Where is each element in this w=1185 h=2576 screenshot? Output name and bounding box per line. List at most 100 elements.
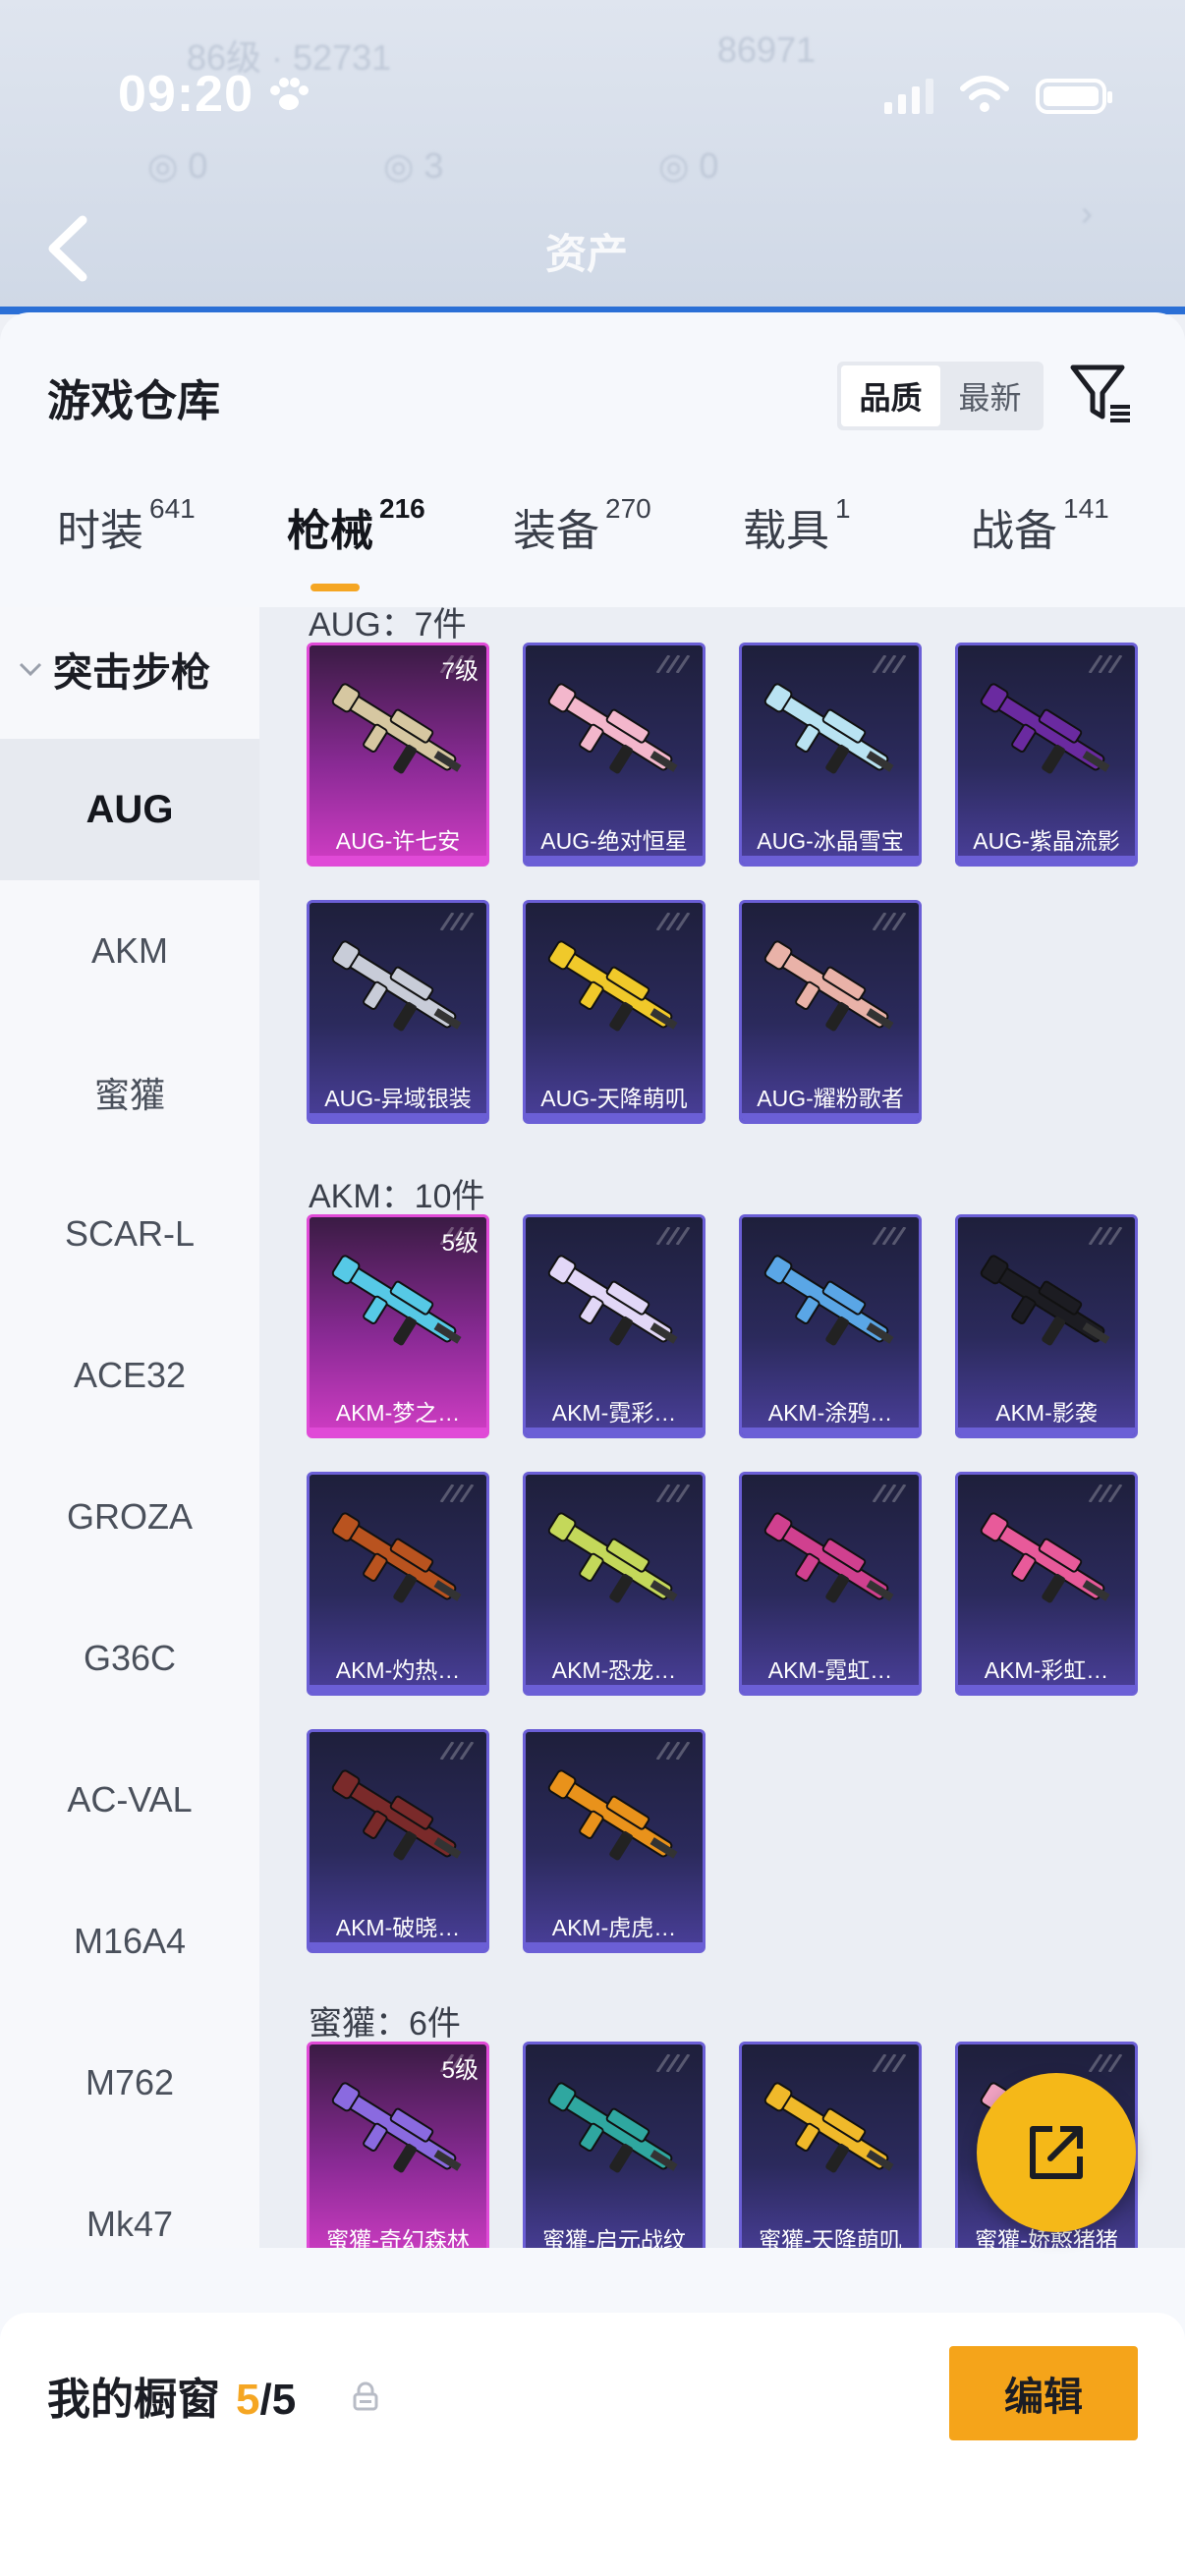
- skin-name: AKM-影袭: [995, 1400, 1098, 1426]
- weapon-skin-image: [547, 1512, 678, 1603]
- skin-name: AKM-涂鸦…: [767, 1400, 893, 1426]
- weapon-skin-image: [763, 2082, 894, 2173]
- sidebar-group-assault-rifle[interactable]: 突击步枪: [18, 641, 210, 698]
- tab-guns[interactable]: 枪械 216: [287, 493, 425, 558]
- sort-newest-button[interactable]: 最新: [940, 365, 1040, 426]
- showcase-total-count: 5: [271, 2376, 297, 2424]
- rarity-bar: [310, 856, 486, 864]
- skin-card[interactable]: 蜜獾-天降萌叽: [739, 2042, 922, 2248]
- skin-card[interactable]: AUG-绝对恒星: [523, 643, 705, 867]
- rarity-bar: [310, 1113, 486, 1121]
- skin-card[interactable]: AKM-霓虹…: [739, 1472, 922, 1696]
- skin-card[interactable]: 5级 AKM-梦之…: [307, 1214, 489, 1438]
- card-stripes-decoration: [872, 1484, 907, 1502]
- rarity-bar: [310, 1428, 486, 1435]
- weapon-skin-image: [980, 1255, 1110, 1346]
- sidebar-item-scar-l[interactable]: SCAR-L: [0, 1163, 259, 1305]
- ghost-text: 86971: [717, 29, 817, 70]
- sort-quality-button[interactable]: 品质: [841, 365, 940, 426]
- skin-name: AKM-霓虹…: [767, 1657, 893, 1683]
- edit-button[interactable]: 编辑: [949, 2346, 1138, 2440]
- skin-card[interactable]: 蜜獾-启元战纹: [523, 2042, 705, 2248]
- skin-card[interactable]: AUG-冰晶雪宝: [739, 643, 922, 867]
- tab-label: 载具: [743, 507, 829, 555]
- skin-name: AKM-梦之…: [335, 1400, 461, 1426]
- card-stripes-decoration: [655, 2054, 691, 2072]
- weapon-skin-image: [763, 683, 894, 774]
- skin-card[interactable]: AKM-霓彩…: [523, 1214, 705, 1438]
- rarity-bar: [742, 1428, 919, 1435]
- sidebar-item-aug[interactable]: AUG: [0, 739, 259, 880]
- sidebar-item-g36c[interactable]: G36C: [0, 1588, 259, 1729]
- weapon-skin-image: [763, 1512, 894, 1603]
- sidebar-item-m762[interactable]: M762: [0, 2012, 259, 2154]
- rarity-bar: [742, 1685, 919, 1693]
- skin-card[interactable]: AKM-彩虹…: [955, 1472, 1138, 1696]
- sidebar-item-m16a4[interactable]: M16A4: [0, 1871, 259, 2012]
- rarity-bar: [526, 1942, 703, 1950]
- skin-name: AUG-耀粉歌者: [757, 1086, 904, 1111]
- card-stripes-decoration: [872, 2054, 907, 2072]
- tab-count: 216: [379, 493, 425, 524]
- section-title-honey-badger: 蜜獾：6件: [309, 2005, 461, 2043]
- skin-card[interactable]: 5级蜜獾-奇幻森林: [307, 2042, 489, 2248]
- weapon-skin-image: [547, 683, 678, 774]
- skin-card[interactable]: AKM-虎虎…: [523, 1729, 705, 1953]
- warehouse-title: 游戏仓库: [47, 377, 220, 425]
- card-stripes-decoration: [655, 1227, 691, 1245]
- rarity-bar: [526, 1685, 703, 1693]
- weapon-skin-image: [331, 940, 462, 1032]
- tab-count: 1: [835, 493, 851, 524]
- sidebar-item-akm[interactable]: AKM: [0, 880, 259, 1022]
- skin-name: 蜜獾-奇幻森林: [326, 2227, 470, 2248]
- skin-card[interactable]: AKM-破晓…: [307, 1729, 489, 1953]
- ghost-stat: ◎ 0: [658, 145, 719, 186]
- section-title-aug: AUG：7件: [309, 607, 467, 644]
- skin-name: AKM-灼热…: [335, 1657, 461, 1683]
- rarity-bar: [742, 1113, 919, 1121]
- skin-card[interactable]: AKM-涂鸦…: [739, 1214, 922, 1438]
- card-stripes-decoration: [872, 913, 907, 930]
- sidebar-item-groza[interactable]: GROZA: [0, 1446, 259, 1588]
- rarity-bar: [526, 856, 703, 864]
- weapon-skin-image: [547, 940, 678, 1032]
- share-button[interactable]: [977, 2073, 1136, 2232]
- section-title-akm: AKM：10件: [309, 1178, 485, 1215]
- sidebar-item-ac-val[interactable]: AC-VAL: [0, 1729, 259, 1871]
- skin-card[interactable]: AUG-紫晶流影: [955, 643, 1138, 867]
- rarity-bar: [526, 1428, 703, 1435]
- weapon-skin-image: [331, 1769, 462, 1861]
- weapon-skin-image: [547, 2082, 678, 2173]
- card-stripes-decoration: [872, 655, 907, 673]
- rarity-bar: [958, 856, 1135, 864]
- category-tabs: 时装 641 枪械 216 装备 270 载具 1 战备 141: [0, 493, 1185, 603]
- tab-equipment[interactable]: 装备 270: [513, 493, 651, 558]
- rarity-bar: [310, 1942, 486, 1950]
- lock-icon: [353, 2381, 378, 2411]
- skin-card[interactable]: AKM-影袭: [955, 1214, 1138, 1438]
- skin-name: AUG-异域银装: [324, 1086, 472, 1111]
- showcase-current-count: 5: [236, 2376, 260, 2424]
- tab-gear[interactable]: 战备 141: [971, 493, 1109, 558]
- skin-card[interactable]: AUG-耀粉歌者: [739, 900, 922, 1124]
- signal-icon: [884, 79, 933, 114]
- skin-card[interactable]: AUG-异域银装: [307, 900, 489, 1124]
- background-header: 86级 · 52731 86971 ◎ 0 ◎ 3 ◎ 0 › 09:20 资产: [0, 0, 1185, 314]
- skin-level-badge: 5级: [441, 2057, 479, 2084]
- skin-card[interactable]: AKM-灼热…: [307, 1472, 489, 1696]
- back-arrow-icon[interactable]: [43, 214, 92, 283]
- tab-vehicles[interactable]: 载具 1: [743, 493, 851, 558]
- card-stripes-decoration: [655, 1742, 691, 1760]
- skin-card[interactable]: AKM-恐龙…: [523, 1472, 705, 1696]
- skin-level-badge: 7级: [441, 658, 479, 685]
- filter-icon[interactable]: [1069, 362, 1134, 426]
- ghost-stat: ◎ 3: [383, 145, 444, 186]
- sidebar-item-mk47[interactable]: Mk47: [0, 2154, 259, 2295]
- sidebar-item-ace32[interactable]: ACE32: [0, 1305, 259, 1446]
- sidebar-item-honey-badger[interactable]: 蜜獾: [0, 1022, 259, 1163]
- skin-card[interactable]: 7级 AUG-许七安: [307, 643, 489, 867]
- skin-level-badge: 5级: [441, 1230, 479, 1257]
- ghost-chevron: ›: [1081, 193, 1093, 233]
- tab-fashion[interactable]: 时装 641: [57, 493, 196, 558]
- skin-card[interactable]: AUG-天降萌叽: [523, 900, 705, 1124]
